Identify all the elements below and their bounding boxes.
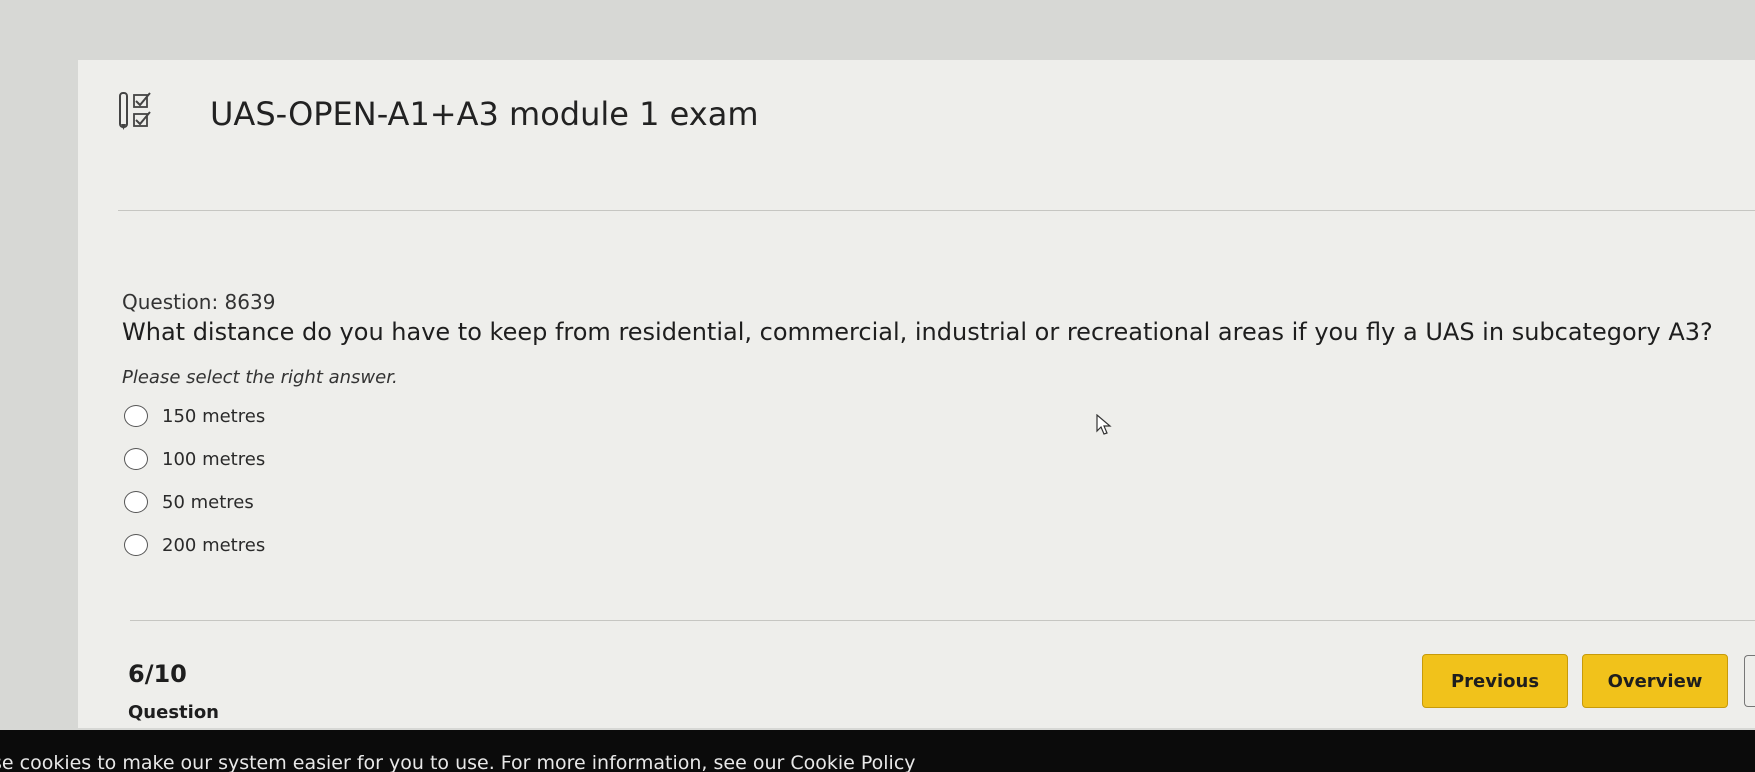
header-divider: [118, 210, 1755, 211]
next-button-edge[interactable]: [1744, 655, 1755, 707]
question-text: What distance do you have to keep from r…: [122, 318, 1713, 346]
question-instruction: Please select the right answer.: [122, 367, 398, 388]
previous-button[interactable]: Previous: [1422, 654, 1568, 708]
answer-label: 200 metres: [162, 534, 266, 556]
cookie-banner: se cookies to make our system easier for…: [0, 730, 1755, 772]
exam-checklist-icon: [119, 92, 151, 130]
radio-button[interactable]: [124, 405, 148, 427]
radio-button[interactable]: [124, 491, 148, 513]
exam-card: [78, 60, 1755, 728]
answer-label: 50 metres: [162, 491, 254, 513]
exam-title: UAS-OPEN-A1+A3 module 1 exam: [210, 95, 759, 133]
answer-option-50[interactable]: 50 metres: [124, 488, 254, 516]
answer-label: 100 metres: [162, 448, 266, 470]
answer-label: 150 metres: [162, 405, 266, 427]
footer-divider: [130, 620, 1755, 621]
answer-option-150[interactable]: 150 metres: [124, 402, 265, 430]
radio-button[interactable]: [124, 534, 148, 556]
question-number: Question: 8639: [122, 290, 276, 314]
mouse-cursor-icon: [1096, 414, 1112, 435]
question-progress: 6/10: [128, 660, 187, 688]
answer-option-100[interactable]: 100 metres: [124, 445, 265, 473]
cookie-banner-text[interactable]: se cookies to make our system easier for…: [0, 752, 916, 772]
overview-button[interactable]: Overview: [1582, 654, 1728, 708]
radio-button[interactable]: [124, 448, 148, 470]
answer-option-200[interactable]: 200 metres: [124, 531, 265, 559]
question-progress-label: Question: [128, 702, 219, 723]
